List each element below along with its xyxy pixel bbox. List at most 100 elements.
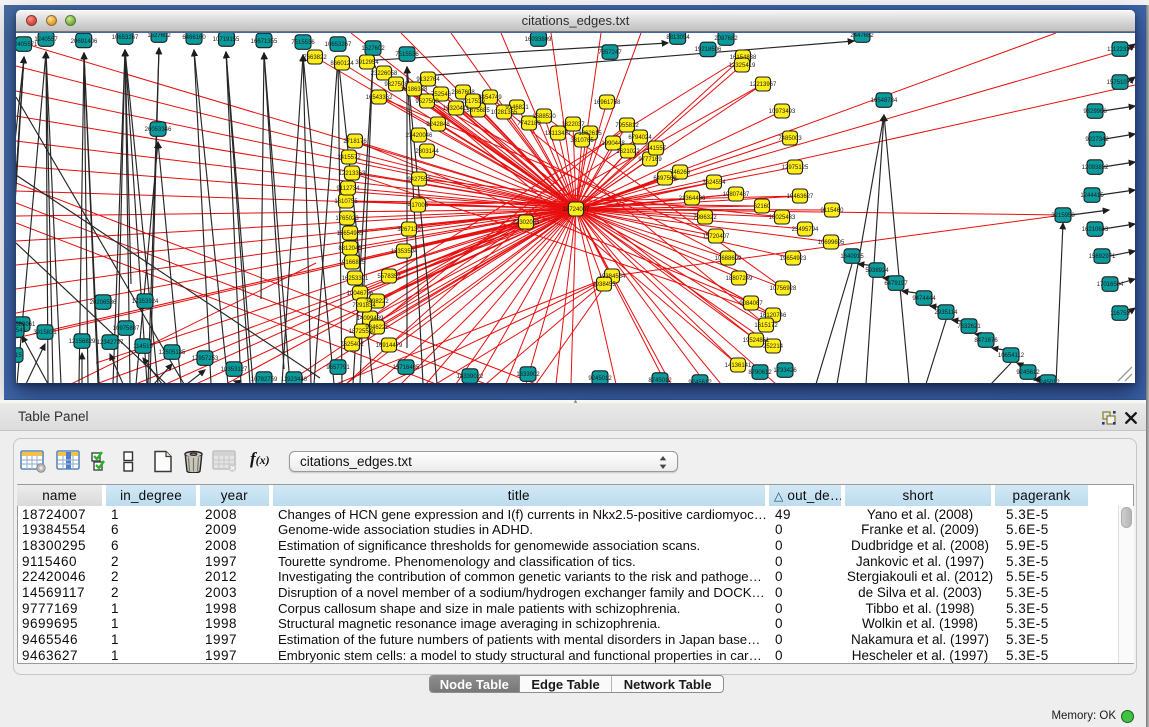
svg-text:9245612: 9245612	[688, 380, 712, 384]
svg-text:10025433: 10025433	[769, 215, 796, 221]
svg-text:26053346: 26053346	[145, 127, 172, 133]
svg-text:8745012: 8745012	[648, 378, 672, 384]
svg-text:18724007: 18724007	[563, 207, 590, 213]
svg-text:1322037: 1322037	[561, 122, 585, 128]
svg-text:15720407: 15720407	[703, 234, 730, 240]
svg-text:746266: 746266	[670, 170, 691, 176]
svg-text:9245012: 9245012	[1036, 380, 1060, 384]
svg-text:1362615: 1362615	[578, 131, 602, 137]
svg-text:12093822: 12093822	[1082, 165, 1109, 171]
svg-text:12975125: 12975125	[782, 165, 809, 171]
svg-text:12505135: 12505135	[159, 350, 186, 356]
svg-text:17353924: 17353924	[132, 299, 159, 305]
svg-text:16961758: 16961758	[594, 100, 621, 106]
svg-text:1833902: 1833902	[516, 372, 540, 378]
svg-text:10807487: 10807487	[723, 192, 750, 198]
svg-text:18339022: 18339022	[457, 374, 484, 380]
svg-text:10653267: 10653267	[112, 35, 139, 41]
svg-text:1938455: 1938455	[592, 282, 616, 288]
svg-text:16914479: 16914479	[376, 343, 403, 349]
svg-text:12156829: 12156829	[69, 339, 96, 345]
svg-text:9329966: 9329966	[1083, 109, 1107, 115]
svg-text:14099489: 14099489	[357, 316, 384, 322]
svg-text:15716485: 15716485	[393, 365, 420, 371]
svg-text:417006: 417006	[408, 203, 429, 209]
svg-text:1240557: 1240557	[34, 37, 58, 43]
svg-text:3310765: 3310765	[570, 138, 594, 144]
svg-text:10653267: 10653267	[325, 42, 352, 48]
svg-text:1621022: 1621022	[616, 149, 640, 155]
svg-text:252214: 252214	[763, 344, 784, 350]
svg-text:2447682: 2447682	[850, 33, 874, 39]
svg-text:10688609: 10688609	[715, 256, 742, 262]
svg-text:10046786: 10046786	[347, 291, 374, 297]
svg-text:18807249: 18807249	[726, 276, 753, 282]
svg-text:1733426: 1733426	[773, 368, 797, 374]
svg-text:7986322: 7986322	[693, 215, 717, 221]
svg-text:3915831: 3915831	[33, 330, 57, 336]
svg-text:16253301: 16253301	[342, 276, 369, 282]
svg-text:10782759: 10782759	[251, 377, 278, 383]
svg-text:9427552: 9427552	[407, 177, 431, 183]
svg-text:2935114: 2935114	[935, 310, 959, 316]
svg-text:2415572: 2415572	[337, 155, 361, 161]
svg-text:8790612: 8790612	[748, 370, 772, 376]
svg-text:1765023: 1765023	[335, 216, 359, 222]
svg-text:9315: 9315	[16, 353, 22, 359]
svg-text:23302033: 23302033	[513, 220, 540, 226]
svg-text:3875685: 3875685	[466, 108, 490, 114]
svg-text:3267130: 3267130	[397, 227, 421, 233]
svg-text:1610755: 1610755	[334, 199, 358, 205]
svg-text:62160: 62160	[754, 204, 771, 210]
svg-text:8812045: 8812045	[338, 246, 362, 252]
svg-text:9474444: 9474444	[912, 296, 936, 302]
svg-text:10975887: 10975887	[113, 326, 140, 332]
svg-text:6479197: 6479197	[884, 281, 908, 287]
svg-text:17957253: 17957253	[192, 356, 219, 362]
svg-text:19384554: 19384554	[599, 274, 626, 280]
svg-text:9084067: 9084067	[739, 301, 763, 307]
svg-text:9777169: 9777169	[638, 157, 662, 163]
svg-text:7857247: 7857247	[598, 50, 622, 56]
svg-text:3215958: 3215958	[1051, 213, 1075, 219]
svg-text:16154838: 16154838	[730, 55, 757, 61]
svg-text:11923446: 11923446	[281, 377, 308, 383]
svg-text:16120746: 16120746	[760, 313, 787, 319]
svg-text:21364436: 21364436	[679, 196, 706, 202]
svg-text:7515536: 7515536	[291, 40, 315, 46]
svg-text:2867608: 2867608	[451, 90, 475, 96]
svg-text:10654112: 10654112	[998, 353, 1025, 359]
svg-text:16210643: 16210643	[1082, 227, 1109, 233]
svg-text:241557: 241557	[646, 146, 667, 152]
svg-text:1615172: 1615172	[754, 323, 778, 329]
svg-text:10699695: 10699695	[818, 240, 845, 246]
svg-text:2217530: 2217530	[461, 99, 485, 105]
svg-text:16033809: 16033809	[525, 37, 552, 43]
svg-text:15692971: 15692971	[1089, 254, 1116, 260]
svg-text:391541: 391541	[16, 328, 27, 334]
svg-text:1527602: 1527602	[361, 46, 385, 52]
svg-text:5938924: 5938924	[865, 268, 889, 274]
svg-text:7515536: 7515536	[395, 52, 419, 58]
svg-text:16543362: 16543362	[366, 95, 393, 101]
svg-text:17016504: 17016504	[1097, 282, 1124, 288]
svg-text:9245012: 9245012	[588, 376, 612, 382]
svg-text:19218506: 19218506	[695, 47, 722, 53]
svg-text:1990448: 1990448	[601, 141, 625, 147]
svg-text:20206536: 20206536	[90, 300, 117, 306]
svg-text:10719155: 10719155	[213, 37, 240, 43]
svg-text:116753: 116753	[1110, 311, 1130, 317]
svg-text:23495794: 23495794	[792, 227, 819, 233]
svg-text:10281355: 10281355	[491, 110, 518, 116]
svg-text:7742180: 7742180	[517, 121, 541, 127]
svg-text:23420046: 23420046	[406, 133, 433, 139]
svg-text:16671355: 16671355	[251, 39, 278, 45]
svg-text:1244415: 1244415	[1080, 193, 1104, 199]
svg-text:16548784: 16548784	[871, 98, 898, 104]
svg-text:12342737: 12342737	[97, 340, 124, 346]
svg-text:19654985: 19654985	[337, 231, 364, 237]
svg-text:7291834: 7291834	[352, 303, 376, 309]
svg-text:20691406: 20691406	[71, 39, 98, 45]
svg-text:9115460: 9115460	[821, 208, 845, 214]
svg-text:6794024: 6794024	[628, 135, 652, 141]
